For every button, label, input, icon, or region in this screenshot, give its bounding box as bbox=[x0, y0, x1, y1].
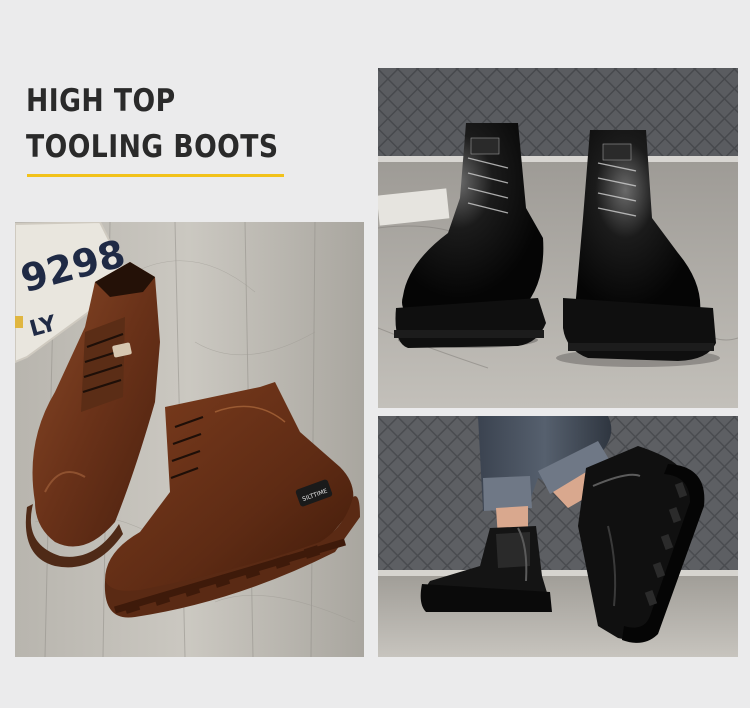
photo-black-boots-worn bbox=[378, 416, 738, 657]
photo-brown-boots: 9298 LY SILTTIME bbox=[15, 222, 364, 657]
heading-line-1: HIGH TOP bbox=[26, 83, 176, 119]
heading: HIGH TOP TOOLING BOOTS bbox=[26, 78, 279, 170]
heading-underline bbox=[27, 174, 284, 177]
heading-line-2: TOOLING BOOTS bbox=[26, 129, 279, 165]
photo-black-boots-pair bbox=[378, 68, 738, 408]
